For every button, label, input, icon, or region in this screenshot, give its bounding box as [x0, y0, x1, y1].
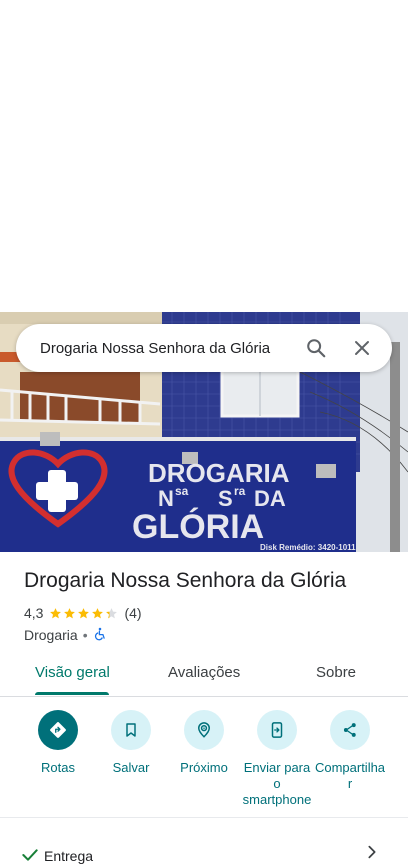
search-input[interactable]: Drogaria Nossa Senhora da Glória	[40, 340, 290, 357]
place-title: Drogaria Nossa Senhora da Glória	[24, 569, 347, 592]
search-bar[interactable]: Drogaria Nossa Senhora da Glória	[16, 324, 392, 372]
share-button[interactable]: Compartilhar	[310, 710, 390, 792]
tab-bar: Visão geral Avaliações Sobre	[0, 654, 408, 697]
category-label: Drogaria	[24, 627, 78, 643]
sign-phone: Disk Remédio: 3420-1011	[260, 543, 356, 552]
active-tab-indicator	[35, 692, 109, 695]
star-icon	[78, 607, 90, 618]
send-to-phone-icon	[257, 710, 297, 750]
nearby-icon	[184, 710, 224, 750]
sign-line3: GLÓRIA	[132, 508, 264, 546]
directions-label: Rotas	[41, 760, 75, 775]
share-label: Compartilhar	[314, 760, 386, 791]
rating-stars	[49, 607, 119, 620]
nearby-button[interactable]: Próximo	[164, 710, 244, 776]
rating-value: 4,3	[24, 605, 44, 621]
rating-row[interactable]: 4,3 (4)	[24, 604, 142, 622]
save-label: Salvar	[112, 760, 150, 775]
send-to-phone-button[interactable]: Enviar para o smartphone	[237, 710, 317, 808]
separator-dot: •	[82, 627, 88, 643]
close-icon[interactable]	[342, 328, 382, 368]
search-icon[interactable]	[296, 328, 336, 368]
sign-line2-d: ra	[234, 484, 246, 498]
tab-about[interactable]: Sobre	[316, 664, 356, 681]
chevron-right-icon[interactable]	[364, 844, 380, 864]
bookmark-icon	[111, 710, 151, 750]
check-icon	[22, 848, 38, 864]
wheelchair-icon	[93, 627, 107, 644]
send-to-phone-label: Enviar para o smartphone	[242, 760, 312, 807]
star-icon	[64, 607, 76, 618]
category-row: Drogaria •	[24, 626, 107, 644]
section-divider	[0, 817, 408, 818]
directions-button[interactable]: Rotas	[18, 710, 98, 776]
nearby-label: Próximo	[180, 760, 228, 775]
directions-icon	[38, 710, 78, 750]
delivery-label: Entrega	[44, 848, 94, 864]
star-icon	[92, 607, 104, 618]
sign-line1: DROGARIA	[148, 458, 290, 488]
tab-overview[interactable]: Visão geral	[35, 664, 110, 681]
save-button[interactable]: Salvar	[91, 710, 171, 776]
tab-reviews[interactable]: Avaliações	[168, 664, 240, 681]
action-buttons: Rotas Salvar Próximo Enviar para o smart…	[0, 710, 408, 810]
share-icon	[330, 710, 370, 750]
sign-line2-b: sa	[175, 484, 189, 498]
star-icon	[106, 607, 118, 618]
review-count[interactable]: (4)	[124, 605, 141, 621]
delivery-row[interactable]: Entrega	[0, 838, 408, 864]
star-icon	[50, 607, 62, 618]
